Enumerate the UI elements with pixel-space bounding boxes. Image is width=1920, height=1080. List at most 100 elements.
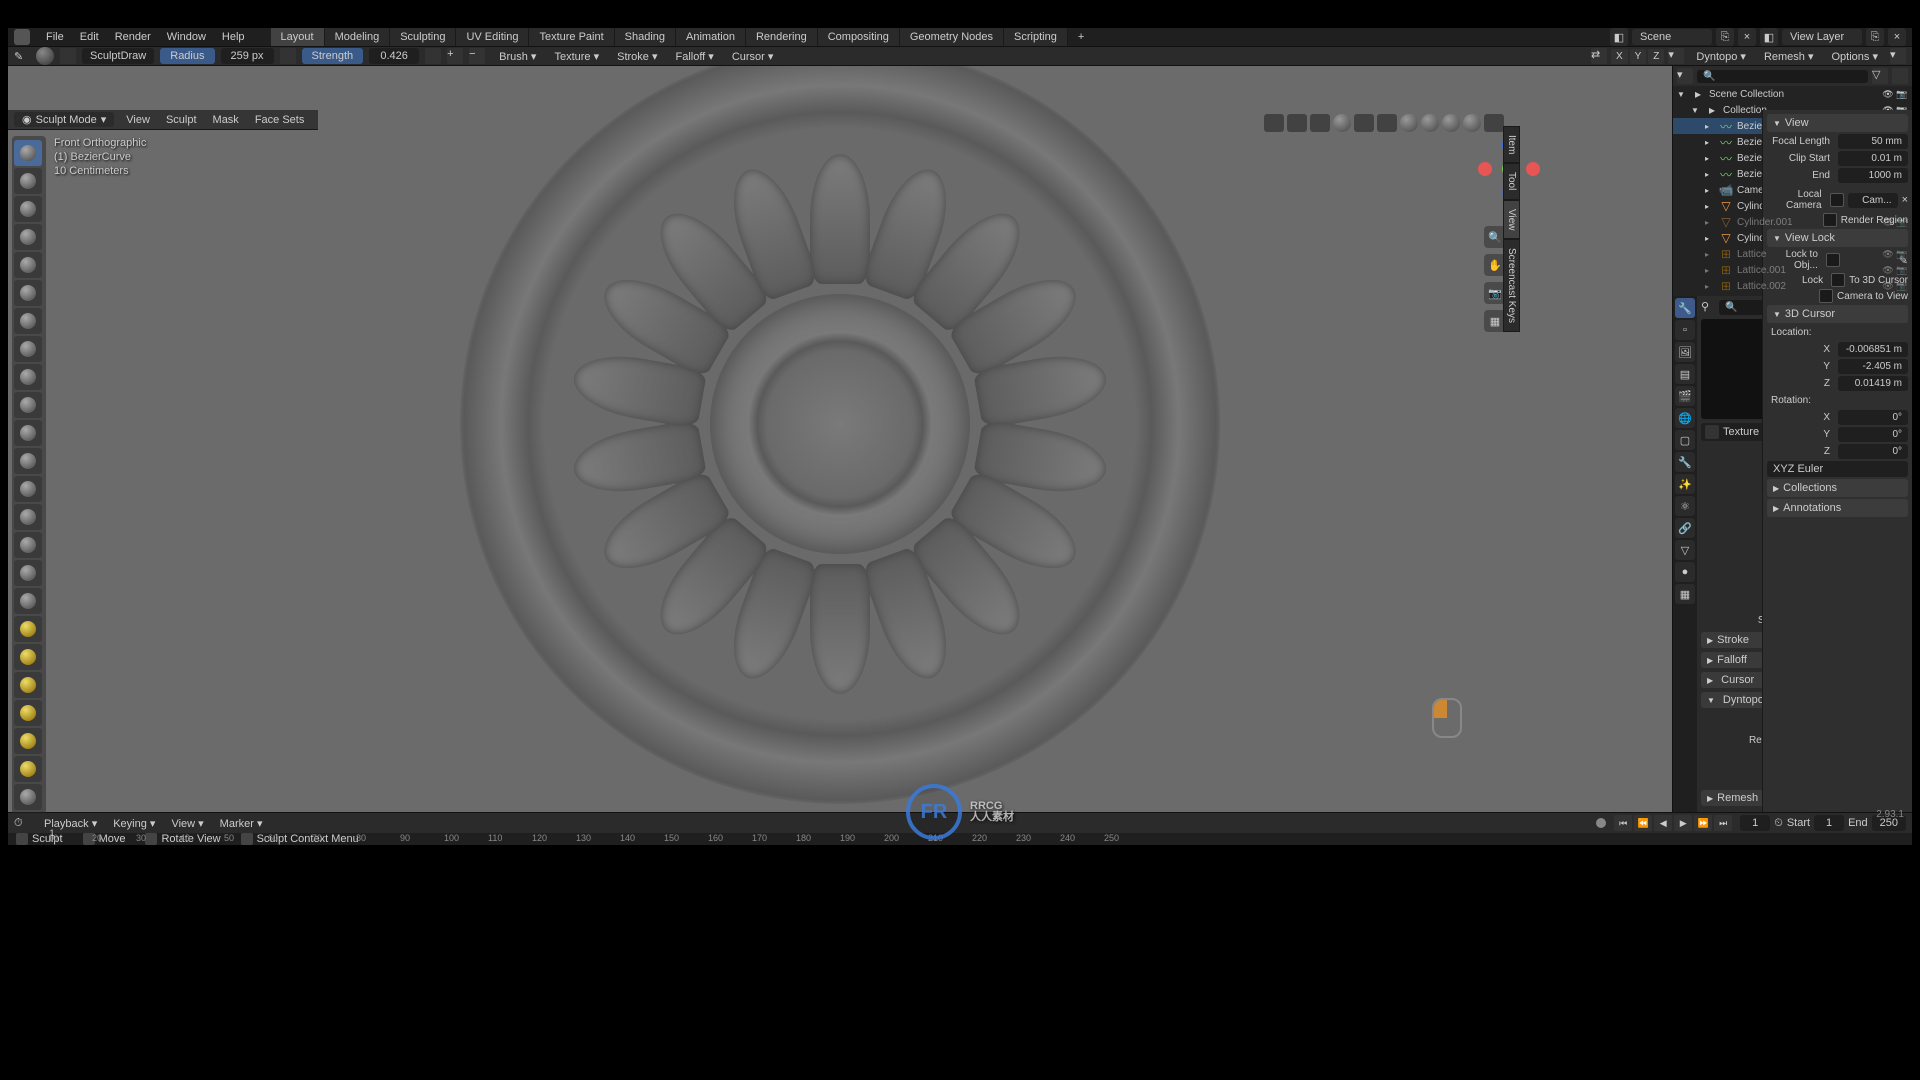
add-workspace-button[interactable]: + — [1070, 28, 1092, 46]
mode-selector[interactable]: ◉ Sculpt Mode ▾ — [14, 112, 114, 127]
sculpt-tool-thumb[interactable] — [14, 644, 42, 670]
workspace-tab-layout[interactable]: Layout — [271, 28, 325, 46]
cursor-loc-z[interactable]: 0.01419 m — [1838, 376, 1908, 391]
mirror-icon[interactable]: ⇄ — [1591, 48, 1607, 64]
props-tab-render[interactable]: ▫ — [1675, 320, 1695, 340]
options-dropdown[interactable]: Options ▾ — [1824, 48, 1887, 65]
props-tab-viewlayer[interactable]: ▤ — [1675, 364, 1695, 384]
viewlayer-browse-icon[interactable]: ◧ — [1760, 28, 1778, 46]
current-frame-field[interactable]: 1 — [1740, 815, 1770, 831]
npanel-tab-view[interactable]: View — [1503, 200, 1520, 240]
props-pin-icon[interactable]: ⚲ — [1701, 300, 1715, 315]
npanel-tab-item[interactable]: Item — [1503, 126, 1520, 163]
sculpt-menu-view[interactable]: View — [118, 112, 158, 128]
direction-sub-icon[interactable]: − — [469, 48, 485, 64]
remesh-dropdown[interactable]: Remesh ▾ — [1756, 48, 1822, 65]
sculpt-tool-nudge[interactable] — [14, 700, 42, 726]
mirror-axis-y[interactable]: Y — [1630, 49, 1647, 64]
scene-name-field[interactable]: Scene — [1632, 29, 1712, 45]
radius-pressure-icon[interactable] — [280, 48, 296, 64]
jump-next-key-icon[interactable]: ⏩ — [1694, 815, 1712, 831]
props-tab-material[interactable]: ● — [1675, 562, 1695, 582]
play-icon[interactable]: ▶ — [1674, 815, 1692, 831]
focal-length-field[interactable]: 50 mm — [1838, 134, 1908, 149]
sculpt-tool-fill[interactable] — [14, 448, 42, 474]
overlay-toggle-icon[interactable] — [1333, 114, 1351, 132]
shading-matpreview-icon[interactable] — [1442, 114, 1460, 132]
jump-prev-key-icon[interactable]: ⏪ — [1634, 815, 1652, 831]
cursor-loc-y[interactable]: -2.405 m — [1838, 359, 1908, 374]
restrict-select-icon[interactable]: 👁 — [1882, 216, 1894, 228]
sculpt-tool-grab[interactable] — [14, 560, 42, 586]
mirror-options-icon[interactable]: ▾ — [1668, 48, 1684, 64]
sculpt-tool-crease[interactable] — [14, 364, 42, 390]
sculpt-tool-snake-hook[interactable] — [14, 616, 42, 642]
sculpt-tool-pinch[interactable] — [14, 532, 42, 558]
autokey-icon[interactable] — [1596, 818, 1606, 828]
brush-name-field[interactable]: SculptDraw — [82, 48, 154, 64]
scene-browse-icon[interactable]: ◧ — [1610, 28, 1628, 46]
scene-new-icon[interactable]: ⎘ — [1716, 28, 1734, 46]
menu-render[interactable]: Render — [107, 29, 159, 45]
workspace-tab-modeling[interactable]: Modeling — [325, 28, 391, 46]
clip-end-field[interactable]: 1000 m — [1838, 168, 1908, 183]
view-layer-field[interactable]: View Layer — [1782, 29, 1862, 45]
outliner-item-lattice-001[interactable]: ▸⊞Lattice.001👁📷 — [1673, 262, 1912, 278]
sculpt-tool-boundary[interactable] — [14, 784, 42, 810]
sculpt-tool-draw[interactable] — [14, 140, 42, 166]
workspace-tab-sculpting[interactable]: Sculpting — [390, 28, 456, 46]
axis-x[interactable] — [1526, 162, 1540, 176]
brush-preview-icon[interactable] — [36, 47, 54, 65]
annotations-panel-header[interactable]: Annotations — [1767, 499, 1908, 517]
viewlayer-new-icon[interactable]: ⎘ — [1866, 28, 1884, 46]
timeline-menu-playback[interactable]: Playback ▾ — [38, 815, 103, 832]
menu-window[interactable]: Window — [159, 29, 214, 45]
outliner-filter-icon[interactable]: ▽ — [1872, 68, 1888, 84]
workspace-tab-uv-editing[interactable]: UV Editing — [456, 28, 529, 46]
blender-logo[interactable] — [14, 29, 30, 45]
sculpt-tool-scrape[interactable] — [14, 476, 42, 502]
rotation-mode-dropdown[interactable]: XYZ Euler — [1767, 461, 1908, 477]
sculpt-tool-rotate[interactable] — [14, 728, 42, 754]
props-tab-texture[interactable]: ▦ — [1675, 584, 1695, 604]
xray-toggle-icon[interactable] — [1377, 114, 1397, 132]
timeline-editor-icon[interactable]: ⏱ — [14, 817, 30, 830]
npanel-tab-screencast-keys[interactable]: Screencast Keys — [1503, 239, 1520, 332]
start-frame-field[interactable]: 1 — [1814, 815, 1844, 831]
options-dropdown-icon[interactable]: ▾ — [1890, 48, 1906, 64]
restrict-select-icon[interactable]: 👁 — [1882, 280, 1894, 292]
editor-type-icon[interactable]: ✎ — [14, 50, 30, 63]
gizmo-toggle-icon[interactable] — [1287, 114, 1307, 132]
3d-viewport[interactable]: Front Orthographic (1) BezierCurve 10 Ce… — [8, 66, 1672, 812]
sculpt-menu-mask[interactable]: Mask — [205, 112, 247, 128]
local-camera-field[interactable]: Cam... — [1848, 193, 1898, 208]
restrict-viewport-icon[interactable]: 📷 — [1896, 248, 1908, 260]
shading-solid-icon[interactable] — [1421, 114, 1439, 132]
sculpt-tool-flatten[interactable] — [14, 420, 42, 446]
timeline-menu-view[interactable]: View ▾ — [165, 815, 209, 832]
radius-value[interactable]: 259 px — [221, 48, 274, 64]
sculpt-tool-smooth[interactable] — [14, 392, 42, 418]
restrict-viewport-icon[interactable]: 📷 — [1896, 88, 1908, 100]
play-reverse-icon[interactable]: ◀ — [1654, 815, 1672, 831]
direction-add-icon[interactable]: + — [447, 48, 463, 64]
npanel-tab-tool[interactable]: Tool — [1503, 163, 1520, 199]
props-tab-particle[interactable]: ✨ — [1675, 474, 1695, 494]
props-tab-output[interactable]: 🖼 — [1675, 342, 1695, 362]
menu-file[interactable]: File — [38, 29, 72, 45]
axis-x-neg[interactable] — [1478, 162, 1492, 176]
texture-browse-icon[interactable] — [1705, 425, 1719, 439]
sculpt-tool-elastic[interactable] — [14, 588, 42, 614]
clip-start-field[interactable]: 0.01 m — [1838, 151, 1908, 166]
outliner-item-cylinder-001[interactable]: ▸▽Cylinder.001👁📷 — [1673, 214, 1912, 230]
restrict-viewport-icon[interactable]: 📷 — [1896, 264, 1908, 276]
restrict-select-icon[interactable]: 👁 — [1882, 88, 1894, 100]
sculpt-tool-pose[interactable] — [14, 672, 42, 698]
outliner-new-collection-icon[interactable] — [1892, 68, 1908, 84]
sculpt-menu-sculpt[interactable]: Sculpt — [158, 112, 205, 128]
shading-options-icon[interactable] — [1484, 114, 1504, 132]
brush-dropdown[interactable]: Brush ▾ — [491, 48, 544, 65]
cursor-panel-header[interactable]: 3D Cursor — [1767, 305, 1908, 323]
sculpt-tool-inflate[interactable] — [14, 308, 42, 334]
mirror-axis-x[interactable]: X — [1611, 49, 1628, 64]
